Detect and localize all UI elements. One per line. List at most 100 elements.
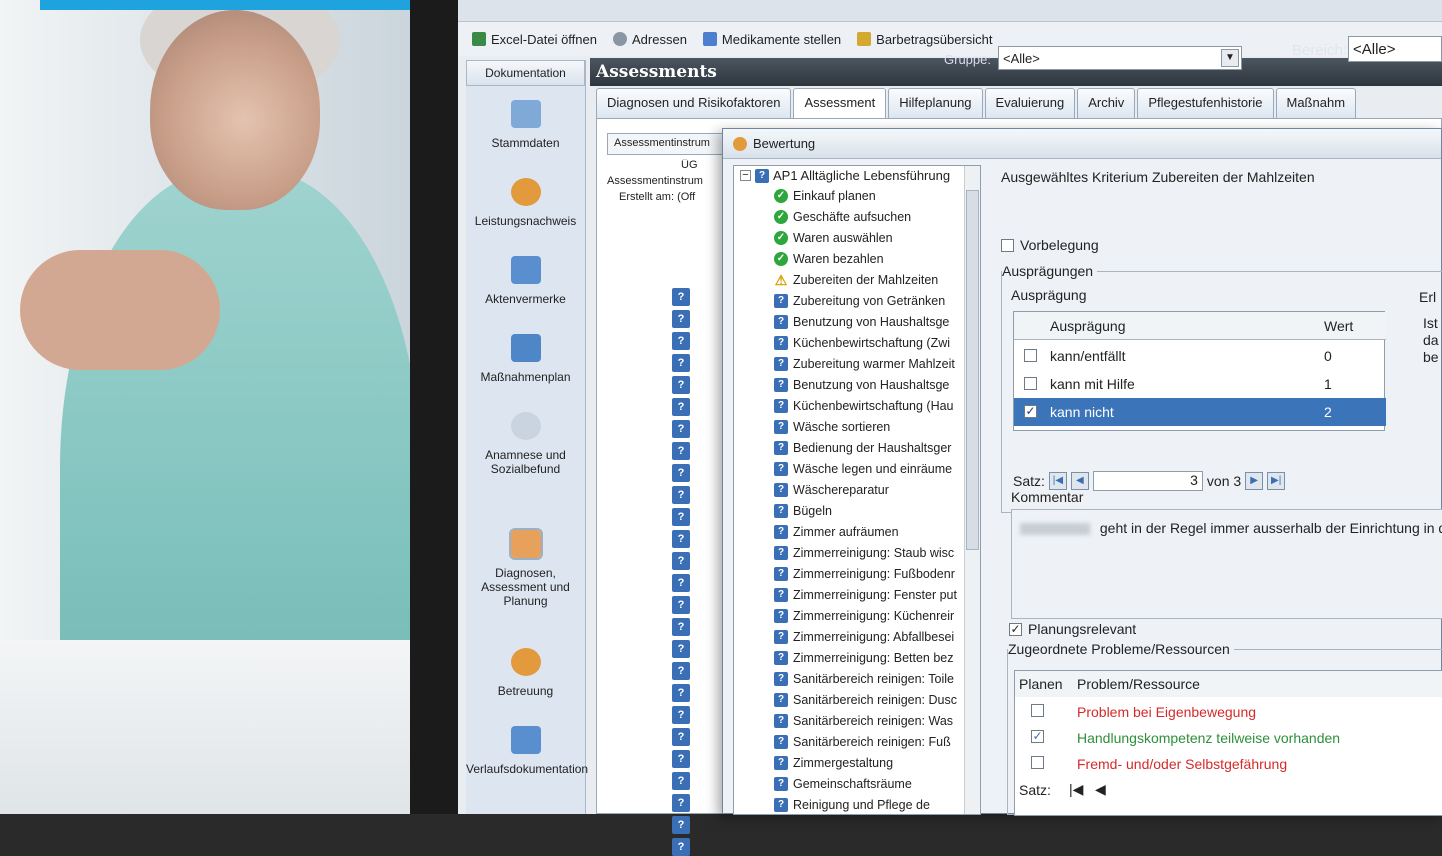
question-icon[interactable]: ?	[672, 574, 690, 592]
first-record-icon[interactable]: |◀	[1069, 781, 1083, 798]
tree-item[interactable]: ✓ Waren auswählen	[734, 227, 980, 248]
question-icon[interactable]: ?	[672, 530, 690, 548]
tree-item[interactable]: ? Zimmergestaltung	[734, 752, 980, 773]
toolbar-adressen-button[interactable]: Adressen	[613, 32, 687, 47]
table-row[interactable]: kann/entfällt 0	[1014, 342, 1386, 370]
question-icon[interactable]: ?	[672, 442, 690, 460]
question-icon[interactable]: ?	[672, 486, 690, 504]
tree-scroll-thumb[interactable]	[966, 190, 979, 550]
tree-item[interactable]: ? Gemeinschaftsräume	[734, 773, 980, 794]
tree-item[interactable]: ✓ Einkauf planen	[734, 185, 980, 206]
tree-item[interactable]: ? Sanitärbereich reinigen: Was	[734, 710, 980, 731]
next-record-icon[interactable]: ▶	[1245, 472, 1264, 490]
tab-massnahmen[interactable]: Maßnahm	[1275, 88, 1357, 118]
vorbelegung-checkbox[interactable]: Vorbelegung	[1001, 237, 1099, 253]
current-record-field[interactable]: 3	[1092, 471, 1203, 491]
option-checkbox-checked[interactable]: ✓	[1024, 405, 1037, 418]
plan-checkbox[interactable]	[1031, 704, 1044, 717]
tree-item[interactable]: ✓ Waren bezahlen	[734, 248, 980, 269]
question-icon[interactable]: ?	[672, 706, 690, 724]
toolbar-medikamente-button[interactable]: Medikamente stellen	[702, 32, 841, 47]
tree-item[interactable]: ? Reinigung und Pflege de	[734, 794, 980, 814]
tree-item[interactable]: ? Zubereitung von Getränken	[734, 290, 980, 311]
question-icon[interactable]: ?	[672, 398, 690, 416]
question-icon[interactable]: ?	[672, 618, 690, 636]
table-row[interactable]: Fremd- und/oder Selbstgefährung	[1015, 751, 1442, 777]
option-checkbox[interactable]	[1024, 377, 1037, 390]
tree-item[interactable]: ? Sanitärbereich reinigen: Fuß	[734, 731, 980, 752]
bereich-select[interactable]: <Alle>	[1348, 36, 1442, 62]
tree-item[interactable]: ? Zimmerreinigung: Fenster put	[734, 584, 980, 605]
tab-pflegestufenhistorie[interactable]: Pflegestufenhistorie	[1137, 88, 1274, 118]
question-icon[interactable]: ?	[672, 684, 690, 702]
collapse-icon[interactable]: −	[740, 170, 751, 181]
tab-archiv[interactable]: Archiv	[1077, 88, 1136, 118]
question-icon[interactable]: ?	[672, 794, 690, 812]
tree-item[interactable]: ? Zimmerreinigung: Abfallbesei	[734, 626, 980, 647]
checkbox-checked-icon[interactable]: ✓	[1009, 622, 1022, 636]
sidebar-item-verlauf[interactable]: Verlaufsdokumentation	[466, 712, 588, 790]
question-icon[interactable]: ?	[672, 662, 690, 680]
question-icon[interactable]: ?	[672, 552, 690, 570]
tab-hilfeplanung[interactable]: Hilfeplanung	[888, 88, 983, 118]
sidebar-item-anamnese[interactable]: Anamnese und Sozialbefund	[466, 398, 585, 516]
tree-item[interactable]: ? Sanitärbereich reinigen: Toile	[734, 668, 980, 689]
kommentar-field[interactable]: geht in der Regel immer ausserhalb der E…	[1011, 509, 1442, 619]
question-icon[interactable]: ?	[672, 310, 690, 328]
tree-item[interactable]: ? Zimmerreinigung: Fußbodenr	[734, 563, 980, 584]
tab-evaluierung[interactable]: Evaluierung	[984, 88, 1076, 118]
tree-item[interactable]: ? Wäsche sortieren	[734, 416, 980, 437]
tree-item[interactable]: ? Küchenbewirtschaftung (Zwi	[734, 332, 980, 353]
grid-row[interactable]: Assessmentinstrum	[607, 175, 717, 191]
tree-item[interactable]: ? Küchenbewirtschaftung (Hau	[734, 395, 980, 416]
table-row-selected[interactable]: ✓ kann nicht 2	[1014, 398, 1386, 426]
table-row[interactable]: ✓ Handlungskompetenz teilweise vorhanden	[1015, 725, 1442, 751]
question-icon[interactable]: ?	[672, 508, 690, 526]
sidebar-item-aktenvermerke[interactable]: Aktenvermerke	[466, 242, 585, 320]
question-icon[interactable]: ?	[672, 750, 690, 768]
tree-item[interactable]: ? Benutzung von Haushaltsge	[734, 311, 980, 332]
tree-root[interactable]: − ? AP1 Alltägliche Lebensführung	[734, 166, 980, 185]
sidebar-item-betreuung[interactable]: Betreuung	[466, 634, 585, 712]
question-icon[interactable]: ?	[672, 816, 690, 834]
question-icon[interactable]: ?	[672, 376, 690, 394]
tree-scrollbar[interactable]	[964, 166, 980, 814]
planungsrelevant-checkbox[interactable]: ✓ Planungsrelevant	[1009, 621, 1136, 637]
grid-header[interactable]: Assessmentinstrum	[607, 133, 727, 155]
question-icon[interactable]: ?	[672, 838, 690, 856]
sidebar-item-massnahmenplan[interactable]: Maßnahmenplan	[466, 320, 585, 398]
prev-record-icon[interactable]: ◀	[1070, 472, 1089, 490]
sidebar-header[interactable]: Dokumentation	[466, 60, 585, 86]
last-record-icon[interactable]: ▶|	[1267, 472, 1286, 490]
question-icon[interactable]: ?	[672, 640, 690, 658]
tab-assessment[interactable]: Assessment	[793, 88, 887, 118]
question-icon[interactable]: ?	[672, 596, 690, 614]
tree-item[interactable]: ? Zimmerreinigung: Küchenreir	[734, 605, 980, 626]
first-record-icon[interactable]: |◀	[1048, 472, 1067, 490]
sidebar-item-diagnosen[interactable]: Diagnosen, Assessment und Planung	[466, 516, 585, 634]
table-row[interactable]: kann mit Hilfe 1	[1014, 370, 1386, 398]
grid-row[interactable]: Erstellt am: (Off	[607, 191, 717, 207]
tree-item[interactable]: ? Zimmerreinigung: Staub wisc	[734, 542, 980, 563]
tree-item[interactable]: ? Wäschereparatur	[734, 479, 980, 500]
tree-item[interactable]: ? Zimmer aufräumen	[734, 521, 980, 542]
tree-item[interactable]: ⚠ Zubereiten der Mahlzeiten	[734, 269, 980, 290]
plan-checkbox[interactable]	[1031, 756, 1044, 769]
option-checkbox[interactable]	[1024, 349, 1037, 362]
sidebar-item-stammdaten[interactable]: Stammdaten	[466, 86, 585, 164]
plan-checkbox-checked[interactable]: ✓	[1031, 730, 1044, 743]
sidebar-item-leistungsnachweis[interactable]: Leistungsnachweis	[466, 164, 585, 242]
tree-item[interactable]: ? Sanitärbereich reinigen: Dusc	[734, 689, 980, 710]
tree-item[interactable]: ? Bedienung der Haushaltsger	[734, 437, 980, 458]
question-icon[interactable]: ?	[672, 420, 690, 438]
prev-record-icon[interactable]: ◀	[1095, 781, 1106, 798]
tree-item[interactable]: ? Bügeln	[734, 500, 980, 521]
tree-item[interactable]: ? Zubereitung warmer Mahlzeit	[734, 353, 980, 374]
table-row[interactable]: Problem bei Eigenbewegung	[1015, 699, 1442, 725]
toolbar-barbetrag-button[interactable]: Barbetragsübersicht	[857, 32, 993, 47]
tree-item[interactable]: ? Zimmerreinigung: Betten bez	[734, 647, 980, 668]
checkbox-icon[interactable]	[1001, 238, 1014, 252]
question-icon[interactable]: ?	[672, 288, 690, 306]
question-icon[interactable]: ?	[672, 728, 690, 746]
question-icon[interactable]: ?	[672, 354, 690, 372]
